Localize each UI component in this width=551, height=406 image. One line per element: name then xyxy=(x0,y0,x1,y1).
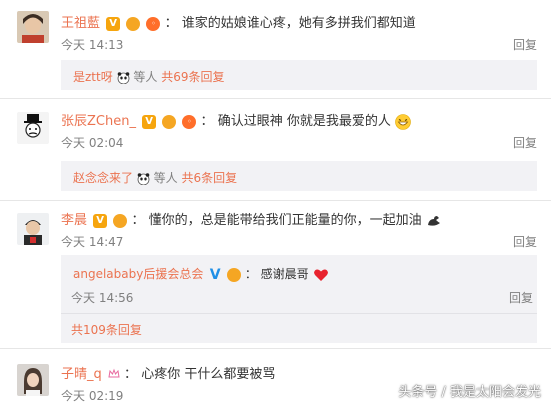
panda-emoji-icon xyxy=(117,71,130,84)
user-avatar[interactable] xyxy=(17,213,49,245)
comment-text: 确认过眼神 你就是我最爱的人 xyxy=(217,114,391,129)
grin-emoji-icon xyxy=(395,113,411,130)
sub-replies-panel: 赵念念来了 等人 共6条回复 xyxy=(61,161,537,191)
sub-reply-user[interactable]: 赵念念来了 xyxy=(73,171,133,185)
comment-text: 谁家的姑娘谁心疼，她有多拼我们都知道 xyxy=(181,16,416,31)
reply-button[interactable]: 回复 xyxy=(513,233,537,250)
strong-arm-emoji-icon xyxy=(426,213,442,229)
username[interactable]: 李晨 xyxy=(61,213,87,228)
level-badge-icon: ◦ xyxy=(182,114,197,129)
crown-icon xyxy=(162,114,177,129)
sub-replies-panel: 是ztt呀 等人 共69条回复 xyxy=(61,60,537,90)
comment-item: 李晨 V ： 懂你的，总是能带给我们正能量的你，一起加油 今天 14:47 回复… xyxy=(0,201,551,347)
nested-reply-panel: angelababy后援会总会 V ： 感谢晨哥 今天 14:56 回复 共10… xyxy=(61,255,537,343)
sub-reply-count-link[interactable]: 共6条回复 xyxy=(182,171,238,185)
verified-v-icon: V xyxy=(209,266,221,283)
verified-v-icon: V xyxy=(93,213,108,228)
panda-emoji-icon xyxy=(137,172,150,185)
heart-icon xyxy=(313,267,329,283)
nested-reply-button[interactable]: 回复 xyxy=(509,289,533,306)
comment-time: 今天 02:04 xyxy=(61,136,124,150)
comment-time: 今天 02:19 xyxy=(61,389,124,403)
member-crown-icon xyxy=(108,368,120,382)
nested-reply-time: 今天 14:56 xyxy=(71,291,134,305)
divider xyxy=(61,313,537,314)
verified-v-icon: V xyxy=(142,114,157,129)
sub-reply-count-link[interactable]: 共69条回复 xyxy=(161,70,224,84)
nested-username[interactable]: angelababy后援会总会 xyxy=(73,267,203,281)
comment-time: 今天 14:47 xyxy=(61,235,124,249)
comment-item: 王祖藍 V ◦ ： 谁家的姑娘谁心疼，她有多拼我们都知道 今天 14:13 回复… xyxy=(0,0,551,95)
sub-reply-middle: 等人 xyxy=(153,171,178,185)
crown-icon xyxy=(113,213,128,228)
user-avatar[interactable] xyxy=(17,11,49,43)
username[interactable]: 张辰ZChen_ xyxy=(61,114,136,129)
watermark: 头条号 / 我是太阳会发光 xyxy=(398,385,541,400)
nested-reply-text: 感谢晨哥 xyxy=(260,267,309,281)
username[interactable]: 子晴_q xyxy=(61,367,102,382)
reply-button[interactable]: 回复 xyxy=(513,134,537,151)
comment-text: 心疼你 干什么都要被骂 xyxy=(141,367,276,382)
sub-reply-user[interactable]: 是ztt呀 xyxy=(73,70,113,84)
crown-icon xyxy=(227,267,241,282)
user-avatar[interactable] xyxy=(17,364,49,396)
user-avatar[interactable] xyxy=(17,112,49,144)
comment-time: 今天 14:13 xyxy=(61,38,124,52)
reply-button[interactable]: 回复 xyxy=(513,36,537,53)
verified-v-icon: V xyxy=(106,16,121,31)
more-replies-link[interactable]: 共109条回复 xyxy=(71,321,142,338)
level-badge-icon: ◦ xyxy=(146,16,161,31)
comment-item: 张辰ZChen_ V ◦ ： 确认过眼神 你就是我最爱的人 今天 02:04 回… xyxy=(0,99,551,199)
crown-icon xyxy=(126,16,141,31)
comment-text: 懂你的，总是能带给我们正能量的你，一起加油 xyxy=(148,213,422,228)
username[interactable]: 王祖藍 xyxy=(61,16,100,31)
sub-reply-middle: 等人 xyxy=(133,70,158,84)
